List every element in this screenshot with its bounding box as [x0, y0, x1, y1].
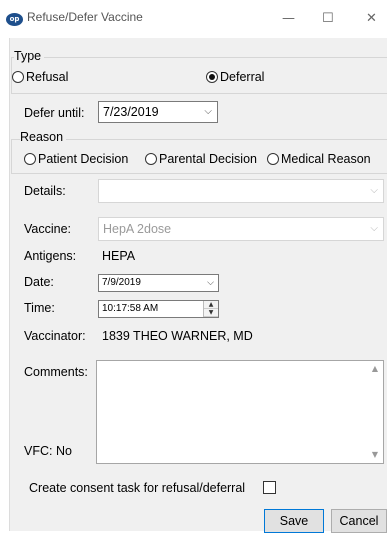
- vaccine-label: Vaccine:: [24, 222, 72, 236]
- defer-until-datepicker[interactable]: 7/23/2019 ⌵: [98, 101, 218, 123]
- date-label: Date:: [24, 275, 54, 289]
- chevron-down-icon: ⌵: [204, 106, 212, 117]
- vaccine-value: HepA 2dose: [103, 222, 172, 236]
- consent-task-checkbox[interactable]: [263, 481, 276, 494]
- maximize-button[interactable]: ☐: [322, 12, 334, 26]
- time-spinner[interactable]: ▲ ▼: [203, 301, 218, 317]
- refusal-radio[interactable]: [12, 71, 24, 83]
- parental-decision-radio[interactable]: [145, 153, 157, 165]
- defer-until-label: Defer until:: [24, 106, 85, 120]
- date-picker[interactable]: 7/9/2019 ⌵: [98, 274, 219, 292]
- vaccinator-label: Vaccinator:: [24, 329, 86, 343]
- consent-task-label[interactable]: Create consent task for refusal/deferral: [29, 480, 245, 496]
- close-button[interactable]: ✕: [366, 12, 377, 26]
- comments-scrollbar[interactable]: ▲ ▼: [367, 361, 383, 463]
- vaccinator-value: 1839 THEO WARNER, MD: [102, 329, 253, 343]
- details-dropdown[interactable]: ⌵: [98, 179, 384, 203]
- cancel-button[interactable]: Cancel: [331, 509, 387, 533]
- chevron-down-icon: ⌵: [207, 278, 214, 288]
- deferral-radio[interactable]: [206, 71, 218, 83]
- comments-label: Comments:: [24, 365, 88, 379]
- vaccine-dropdown[interactable]: HepA 2dose ⌵: [98, 217, 384, 241]
- title-bar: op Refuse/Defer Vaccine — ☐ ✕: [0, 0, 387, 38]
- minimize-button[interactable]: —: [282, 12, 295, 26]
- chevron-down-icon: ⌵: [370, 223, 378, 234]
- antigens-value: HEPA: [102, 249, 136, 263]
- refusal-label[interactable]: Refusal: [26, 69, 68, 85]
- patient-decision-radio[interactable]: [24, 153, 36, 165]
- deferral-label[interactable]: Deferral: [220, 69, 264, 85]
- time-label: Time:: [24, 301, 55, 315]
- spin-up-icon[interactable]: ▲: [204, 301, 218, 309]
- comments-textarea[interactable]: ▲ ▼: [96, 360, 384, 464]
- medical-reason-radio[interactable]: [267, 153, 279, 165]
- medical-reason-label[interactable]: Medical Reason: [281, 151, 371, 167]
- patient-decision-label[interactable]: Patient Decision: [38, 151, 128, 167]
- save-button[interactable]: Save: [264, 509, 324, 533]
- defer-until-value: 7/23/2019: [103, 105, 159, 119]
- vfc-status: VFC: No: [24, 444, 72, 458]
- type-group-label: Type: [14, 48, 45, 64]
- time-value: 10:17:58 AM: [102, 303, 159, 314]
- window-title: Refuse/Defer Vaccine: [27, 10, 143, 24]
- details-label: Details:: [24, 184, 66, 198]
- time-picker[interactable]: 10:17:58 AM ▲ ▼: [98, 300, 219, 318]
- spin-down-icon[interactable]: ▼: [204, 309, 218, 317]
- chevron-down-icon: ⌵: [370, 185, 378, 196]
- date-value: 7/9/2019: [102, 277, 141, 288]
- reason-group-label: Reason: [20, 129, 67, 145]
- antigens-label: Antigens:: [24, 249, 77, 263]
- scroll-up-icon[interactable]: ▲: [367, 361, 383, 377]
- app-icon: op: [6, 13, 23, 26]
- parental-decision-label[interactable]: Parental Decision: [159, 151, 257, 167]
- scroll-down-icon[interactable]: ▼: [367, 447, 383, 463]
